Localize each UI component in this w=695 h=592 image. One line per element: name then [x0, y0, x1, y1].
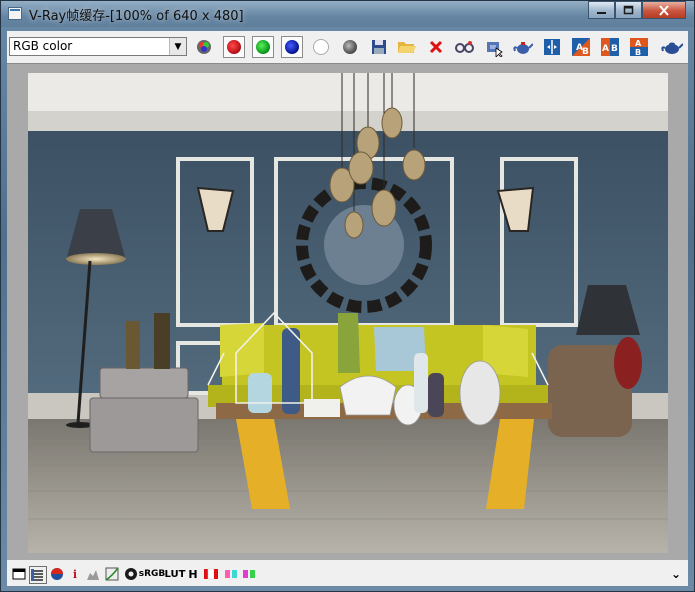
render-button[interactable]	[512, 36, 534, 58]
ocio-button[interactable]	[203, 566, 219, 582]
render-image[interactable]	[28, 73, 668, 553]
caption-buttons	[588, 1, 686, 20]
alpha-channel-button[interactable]	[310, 36, 332, 58]
exposure-icon	[125, 568, 137, 580]
history-a-icon: AB	[572, 38, 590, 57]
render-last-button[interactable]	[661, 36, 683, 58]
history-ab-button[interactable]: AB	[599, 36, 621, 58]
monochrome-icon	[343, 40, 357, 54]
open-image-button[interactable]	[396, 36, 418, 58]
levels-button[interactable]	[85, 566, 101, 582]
svg-text:B: B	[611, 44, 618, 54]
color-correction-icon	[51, 568, 63, 580]
channel-select[interactable]: RGB color ▼	[9, 37, 187, 56]
rendered-living-room-scene	[28, 73, 668, 553]
stereo-red-cyan-button[interactable]	[223, 566, 239, 582]
levels-icon	[87, 570, 99, 580]
svg-text:B: B	[635, 48, 641, 57]
svg-text:B: B	[582, 47, 589, 57]
compare-ab-button[interactable]	[541, 36, 563, 58]
toggle-toolbar-button[interactable]	[11, 566, 27, 582]
stereo-red-cyan-icon	[225, 570, 237, 578]
compare-ab-icon	[544, 39, 560, 55]
green-channel-button[interactable]	[252, 36, 274, 58]
region-render-icon	[487, 42, 503, 57]
save-image-icon	[372, 40, 386, 54]
maximize-button[interactable]	[615, 1, 642, 19]
track-mouse-button[interactable]	[454, 36, 476, 58]
vray-frame-buffer-window: V-Ray帧缓存-[100% of 640 x 480] RGB color ▼	[0, 0, 695, 592]
chevron-down-icon[interactable]: ▼	[169, 38, 186, 55]
open-image-icon	[398, 42, 416, 53]
render-teapot-icon	[513, 42, 533, 54]
color-correction-button[interactable]	[49, 566, 65, 582]
green-channel-icon	[256, 40, 270, 54]
flag-icon	[204, 568, 218, 580]
svg-text:A: A	[602, 44, 609, 54]
curves-button[interactable]	[104, 566, 120, 582]
close-button[interactable]	[642, 1, 686, 19]
status-bar: i sRGB LUT H ⌄	[7, 561, 688, 586]
channel-select-value: RGB color	[13, 39, 73, 53]
minimize-button[interactable]	[588, 1, 615, 19]
render-history-button[interactable]	[29, 566, 47, 584]
minimize-icon	[597, 12, 606, 14]
expand-panel-icon[interactable]: ⌄	[668, 566, 684, 582]
info-icon[interactable]: i	[67, 566, 83, 582]
stereo-magenta-green-button[interactable]	[241, 566, 257, 582]
monochrome-button[interactable]	[339, 36, 361, 58]
frame-buffer-client: RGB color ▼ A B A B A B i sRGB LUT H ⌄	[7, 31, 688, 586]
svg-text:A: A	[635, 39, 642, 48]
track-mouse-icon	[455, 41, 474, 53]
rgb-channels-button[interactable]	[193, 36, 215, 58]
maximize-icon	[623, 5, 634, 15]
lut-toggle[interactable]: LUT	[165, 566, 186, 582]
srgb-toggle[interactable]: sRGB	[139, 566, 166, 582]
history-b-button[interactable]: AB	[628, 36, 650, 58]
image-viewport[interactable]	[7, 63, 688, 560]
history-ab-icon: AB	[601, 38, 619, 56]
region-render-button[interactable]	[483, 36, 505, 58]
history-a-button[interactable]: AB	[570, 36, 592, 58]
red-channel-button[interactable]	[223, 36, 245, 58]
save-image-button[interactable]	[368, 36, 390, 58]
exposure-button[interactable]	[123, 566, 139, 582]
render-last-teapot-icon	[661, 42, 683, 54]
alpha-channel-icon	[313, 39, 329, 55]
title-bar[interactable]: V-Ray帧缓存-[100% of 640 x 480]	[1, 1, 694, 27]
hdr-toggle[interactable]: H	[185, 566, 201, 582]
window-icon	[12, 568, 26, 580]
close-icon	[659, 4, 669, 16]
toolbar: RGB color ▼ A B A B A B	[7, 31, 688, 61]
rgb-channels-icon	[197, 40, 211, 54]
clear-image-icon	[429, 40, 443, 54]
blue-channel-button[interactable]	[281, 36, 303, 58]
curve-icon	[105, 567, 119, 581]
clear-image-button[interactable]	[425, 36, 447, 58]
red-channel-icon	[227, 40, 241, 54]
window-title: V-Ray帧缓存-[100% of 640 x 480]	[29, 9, 244, 24]
app-icon[interactable]	[8, 7, 22, 20]
history-list-icon	[31, 569, 43, 581]
blue-channel-icon	[285, 40, 299, 54]
stereo-magenta-green-icon	[243, 570, 255, 578]
history-b-icon: AB	[630, 38, 648, 57]
